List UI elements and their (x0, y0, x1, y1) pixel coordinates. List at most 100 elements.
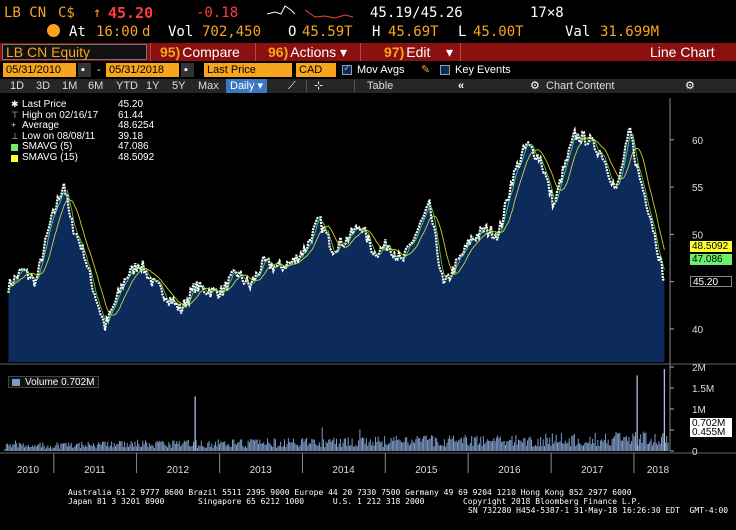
function-bar: LB CN Equity 95) Compare 96) Actions ▾ 97)… (0, 43, 736, 61)
legend-value: 45.20 (118, 99, 144, 110)
low-marker-icon: ⊥ (11, 130, 19, 141)
currency-select[interactable]: CAD (296, 63, 336, 77)
vol-label: Vol (168, 24, 194, 40)
legend-value: 48.5092 (118, 151, 155, 163)
volume-legend: Volume 0.702M (8, 376, 99, 388)
volume-value: 0.702M (61, 377, 95, 388)
start-date-field[interactable]: 05/31/2010 (3, 63, 76, 77)
end-date-field[interactable]: 05/31/2018 (106, 63, 179, 77)
range-3d[interactable]: 3D (36, 79, 50, 93)
val-label: Val (565, 24, 591, 40)
edit-dropdown-icon[interactable]: ▾ (446, 44, 453, 60)
volume-tick-label: 1M (692, 405, 706, 416)
actions-num: 96) (268, 44, 289, 60)
mov-avgs-checkbox[interactable] (342, 63, 352, 75)
pencil-icon[interactable]: ✎ (418, 63, 433, 77)
legend-smavg15: SMAVG (15) 48.5092 (8, 151, 154, 164)
actions-button[interactable]: 96) Actions ▾ (268, 44, 347, 60)
price-tick-label: 60 (692, 136, 704, 147)
footer-line-1: Australia 61 2 9777 8600 Brazil 5511 239… (68, 488, 632, 497)
compare-button[interactable]: 95) Compare (160, 44, 240, 60)
key-events-checkbox[interactable] (440, 65, 450, 75)
edit-label: Edit (406, 44, 431, 60)
up-arrow-icon: ↑ (93, 5, 102, 21)
at-label: At (69, 24, 86, 40)
footer-line-2: Japan 81 3 3201 8900 Singapore 65 6212 1… (68, 497, 642, 506)
low-value: 45.00T (473, 24, 524, 40)
range-5y[interactable]: 5Y (172, 79, 185, 93)
range-1y[interactable]: 1Y (146, 79, 159, 93)
chart-content-button[interactable]: Chart Content (546, 79, 614, 93)
divider (360, 43, 361, 61)
range-1m[interactable]: 1M (62, 79, 77, 93)
bid-ask-size: 17×8 (530, 5, 564, 21)
field-select[interactable]: Last Price (204, 63, 292, 77)
volume-tick-label: 1.5M (692, 384, 714, 395)
key-events-label: Key Events (455, 64, 511, 76)
year-label: 2014 (332, 465, 355, 476)
val-value: 31.699M (600, 24, 660, 40)
chart-type-label: Line Chart (650, 44, 715, 60)
year-label: 2015 (415, 465, 438, 476)
volume-label: Volume (25, 377, 59, 388)
high-label: H (372, 24, 381, 40)
smavg5-swatch (11, 144, 18, 151)
year-label: 2013 (250, 465, 273, 476)
legend-label: Average (22, 120, 60, 131)
calendar-icon[interactable]: ▪ (181, 63, 194, 77)
legend-label: SMAVG (15) (22, 151, 78, 163)
gear-icon[interactable]: ⚙ (530, 79, 540, 93)
period-select[interactable]: Daily ▾ (226, 79, 268, 93)
divider (460, 43, 461, 61)
settings-gear-icon[interactable]: ⚙ (685, 79, 695, 93)
legend-value: 47.086 (118, 141, 149, 152)
ticker-bar: LB CN C$ ↑ 45.20 -0.18 45.19/45.26 17×8 … (0, 0, 736, 42)
open-value: 45.59T (302, 24, 353, 40)
year-label: 2018 (647, 465, 670, 476)
range-1d[interactable]: 1D (10, 79, 24, 93)
edit-button[interactable]: 97) Edit (384, 44, 430, 60)
sparkline (265, 2, 355, 22)
currency-symbol: C$ (58, 5, 75, 21)
open-label: O (288, 24, 297, 40)
bid-ask: 45.19/45.26 (370, 5, 463, 21)
collapse-icon[interactable]: « (458, 79, 464, 93)
range-6m[interactable]: 6M (88, 79, 103, 93)
time-suffix: d (142, 24, 151, 40)
table-button[interactable]: Table (367, 79, 393, 93)
chart-legend: ✱ Last Price 45.20 ⊤ High on 02/16/17 61.44 … (8, 99, 154, 164)
smavg5-tag: 47.086 (690, 254, 732, 265)
volume-tick-label: 0 (692, 447, 698, 458)
edit-num: 97) (384, 44, 405, 60)
calendar-icon[interactable]: ▪ (78, 63, 91, 77)
smavg15-tag: 48.5092 (690, 241, 732, 252)
last-price-tag: 45.20 (690, 276, 732, 288)
last-price: 45.20 (108, 4, 154, 22)
lock-icon (47, 24, 60, 37)
high-marker-icon: ⊤ (11, 109, 19, 120)
year-label: 2017 (581, 465, 604, 476)
period-label: Daily (230, 80, 255, 92)
footer-line-3: SN 732280 H454-5387-1 31-May-18 16:26:30… (468, 506, 729, 515)
low-label: L (458, 24, 467, 40)
mov-avgs-label: Mov Avgs (357, 64, 405, 76)
range-bar: 1D 3D 1M 6M YTD 1Y 5Y Max Daily ▾ ⟋ ⊹ Ta… (0, 79, 736, 93)
divider (150, 43, 151, 61)
smavg15-swatch (11, 154, 18, 162)
security-field[interactable]: LB CN Equity (2, 44, 147, 60)
price-tick-label: 50 (692, 230, 704, 241)
year-label: 2016 (498, 465, 521, 476)
range-ytd[interactable]: YTD (116, 79, 138, 93)
high-value: 45.69T (388, 24, 439, 40)
crosshair-icon[interactable]: ⊹ (314, 79, 323, 93)
legend-last-price: ✱ Last Price 45.20 (8, 99, 148, 111)
last-time: 16:00 (96, 24, 139, 40)
compare-num: 95) (160, 44, 181, 60)
compare-label: Compare (182, 44, 240, 60)
legend-label: SMAVG (5) (22, 141, 73, 152)
line-tool-icon[interactable]: ⟋ (288, 79, 296, 93)
volume-tick-label: 2M (692, 363, 706, 374)
range-max[interactable]: Max (198, 79, 219, 93)
price-change: -0.18 (196, 5, 239, 21)
ticker-symbol[interactable]: LB CN (4, 5, 46, 21)
